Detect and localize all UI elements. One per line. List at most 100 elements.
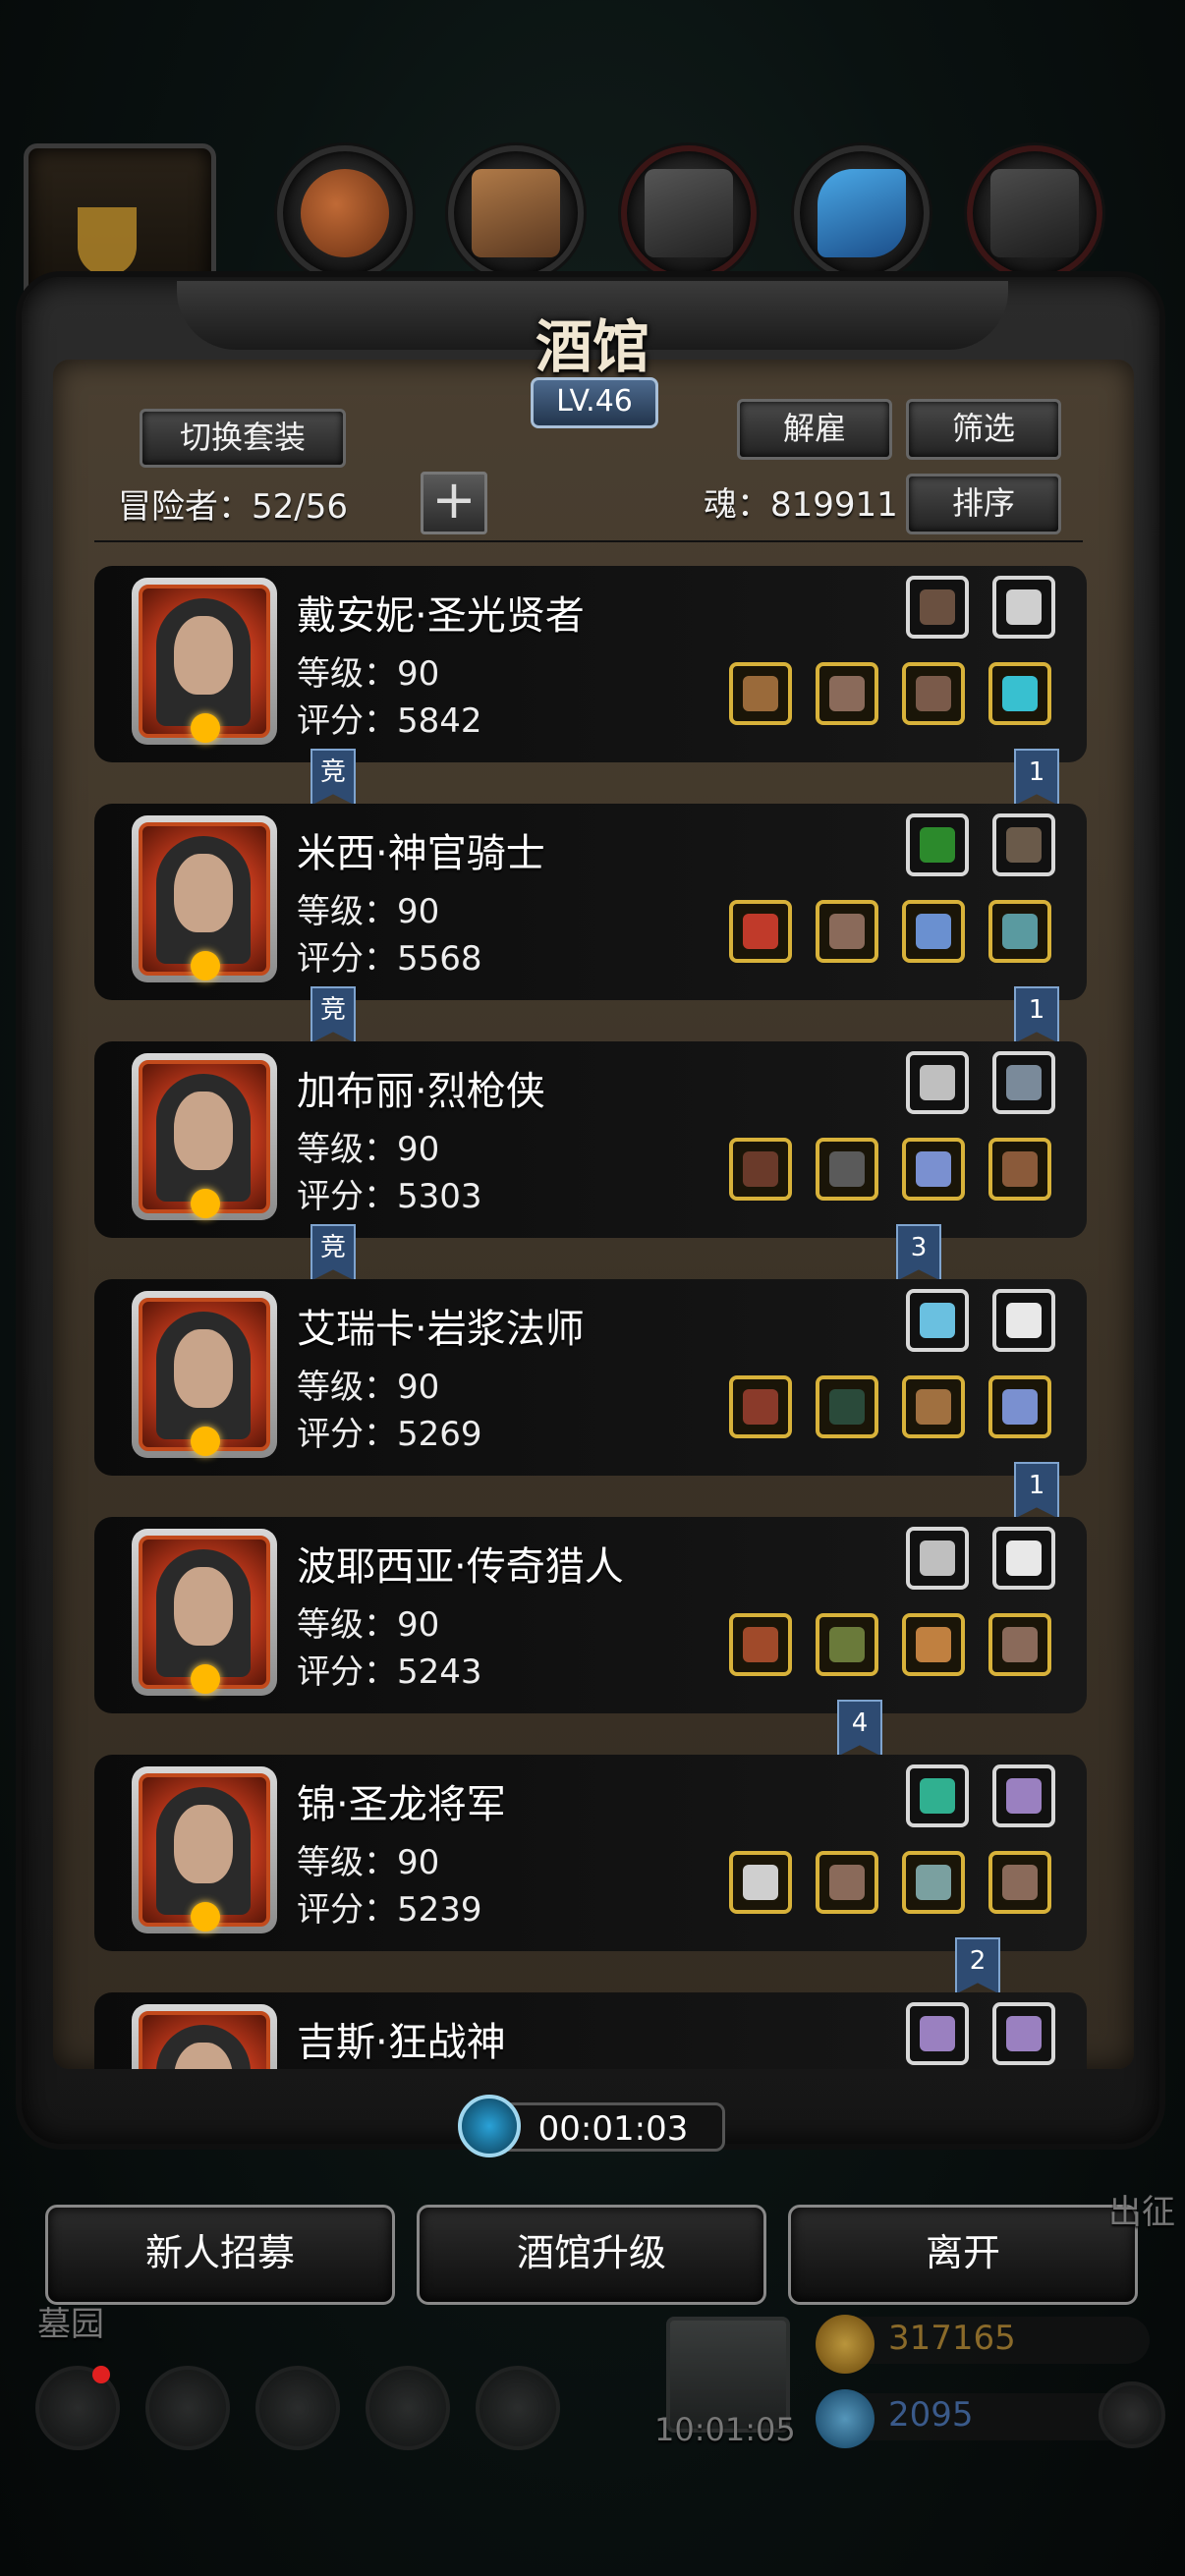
equipment-slot-icon[interactable] <box>816 1851 878 1914</box>
equipment-slot-icon[interactable] <box>992 813 1055 876</box>
adventurer-count: 冒险者：52/56 <box>118 487 348 527</box>
equipment-slot-icon[interactable] <box>906 2002 969 2065</box>
equipment-slot-icon[interactable] <box>992 2002 1055 2065</box>
equipment-slot-icon[interactable] <box>992 1764 1055 1827</box>
hero-score: 评分：5239 <box>297 1890 482 1930</box>
hero-level: 等级：90 <box>297 892 440 931</box>
hero-portrait[interactable] <box>132 578 277 745</box>
equipment-slot-icon[interactable] <box>816 662 878 725</box>
hero-score: 评分：5269 <box>297 1415 482 1454</box>
equipment-slot-icon[interactable] <box>988 1375 1051 1438</box>
leave-button[interactable]: 离开 <box>788 2205 1138 2305</box>
equipment-slot-icon[interactable] <box>902 1613 965 1676</box>
filter-button[interactable]: 筛选 <box>906 399 1061 460</box>
hero-portrait[interactable] <box>132 2004 277 2069</box>
divider <box>94 540 1083 542</box>
rank-badge: 2 <box>955 1937 1000 1994</box>
add-gems-icon[interactable] <box>1099 2381 1165 2448</box>
equipment-slot-icon[interactable] <box>988 900 1051 963</box>
gem-amount: 2095 <box>888 2395 974 2435</box>
equipment-slot-icon[interactable] <box>729 1851 792 1914</box>
equipment-slot-icon[interactable] <box>906 576 969 639</box>
hero-name: 吉斯·狂战神 <box>297 2020 506 2065</box>
equipment-slot-icon[interactable] <box>902 1138 965 1201</box>
achievement-icon[interactable] <box>145 2366 230 2450</box>
equipment-slot-icon[interactable] <box>992 1289 1055 1352</box>
equipment-slot-icon[interactable] <box>992 576 1055 639</box>
equipment-slot-icon[interactable] <box>988 1138 1051 1201</box>
equipment-slot-icon[interactable] <box>906 1289 969 1352</box>
hero-level: 等级：90 <box>297 1368 440 1407</box>
hero-row[interactable]: 吉斯·狂战神 <box>94 1992 1087 2069</box>
hero-list[interactable]: 戴安妮·圣光贤者 等级：90 评分：5842 竞 1 米西·神官骑士 等级：90 评分：556… <box>94 566 1087 2069</box>
graveyard-label: 墓园 <box>37 2305 104 2344</box>
hero-name: 米西·神官骑士 <box>297 831 545 876</box>
gold-coin-icon <box>816 2315 875 2374</box>
clock-icon <box>458 2095 521 2157</box>
hero-row[interactable]: 锦·圣龙将军 等级：90 评分：5239 <box>94 1755 1087 1951</box>
hero-name: 戴安妮·圣光贤者 <box>297 593 585 639</box>
guild-icon[interactable] <box>255 2366 340 2450</box>
hero-name: 波耶西亚·传奇猎人 <box>297 1544 624 1590</box>
hero-score: 评分：5243 <box>297 1652 482 1692</box>
trophy-icon <box>78 207 137 276</box>
crystal-resource-icon <box>794 145 930 281</box>
switch-outfit-button[interactable]: 切换套装 <box>140 409 346 468</box>
hero-level: 等级：90 <box>297 1605 440 1645</box>
arena-badge: 竞 <box>310 1224 356 1281</box>
equipment-slot-icon[interactable] <box>729 662 792 725</box>
equipment-slot-icon[interactable] <box>816 1138 878 1201</box>
equipment-slot-icon[interactable] <box>729 1138 792 1201</box>
hero-name: 加布丽·烈枪侠 <box>297 1069 545 1114</box>
soul-count: 魂：819911 <box>704 485 898 525</box>
hero-portrait[interactable] <box>132 1766 277 1933</box>
equipment-slot-icon[interactable] <box>729 1613 792 1676</box>
equipment-slot-icon[interactable] <box>816 1375 878 1438</box>
equipment-slot-icon[interactable] <box>816 1613 878 1676</box>
hero-score: 评分：5303 <box>297 1177 482 1216</box>
arena-badge: 竞 <box>310 986 356 1043</box>
equipment-slot-icon[interactable] <box>729 1375 792 1438</box>
equipment-slot-icon[interactable] <box>992 1527 1055 1590</box>
recruit-button[interactable]: 新人招募 <box>45 2205 395 2305</box>
equipment-slot-icon[interactable] <box>729 900 792 963</box>
hero-portrait[interactable] <box>132 1291 277 1458</box>
hero-level: 等级：90 <box>297 1843 440 1882</box>
equipment-slot-icon[interactable] <box>906 813 969 876</box>
hero-row[interactable]: 米西·神官骑士 等级：90 评分：5568 <box>94 804 1087 1000</box>
iron-resource-icon <box>621 145 757 281</box>
upgrade-tavern-button[interactable]: 酒馆升级 <box>417 2205 766 2305</box>
hero-level: 等级：90 <box>297 654 440 694</box>
expedition-label: 出征 <box>1108 2193 1175 2232</box>
equipment-slot-icon[interactable] <box>992 1051 1055 1114</box>
mail-icon[interactable] <box>366 2366 450 2450</box>
equipment-slot-icon[interactable] <box>988 662 1051 725</box>
equipment-slot-icon[interactable] <box>816 900 878 963</box>
hero-row[interactable]: 波耶西亚·传奇猎人等级：90 评分：5243 <box>94 1517 1087 1713</box>
equipment-slot-icon[interactable] <box>906 1051 969 1114</box>
gift-timer: 10:01:05 <box>654 2411 796 2448</box>
hero-row[interactable]: 艾瑞卡·岩浆法师 等级：90 评分：5269 <box>94 1279 1087 1476</box>
sort-button[interactable]: 排序 <box>906 474 1061 534</box>
add-slot-button[interactable]: + <box>421 472 487 534</box>
equipment-slot-icon[interactable] <box>988 1613 1051 1676</box>
rank-badge: 1 <box>1014 1462 1059 1519</box>
map-icon[interactable] <box>476 2366 560 2450</box>
equipment-slot-icon[interactable] <box>906 1764 969 1827</box>
dismiss-button[interactable]: 解雇 <box>737 399 892 460</box>
hero-row[interactable]: 戴安妮·圣光贤者 等级：90 评分：5842 <box>94 566 1087 762</box>
rank-badge: 1 <box>1014 749 1059 806</box>
equipment-slot-icon[interactable] <box>906 1527 969 1590</box>
arena-badge: 竞 <box>310 749 356 806</box>
hero-portrait[interactable] <box>132 1053 277 1220</box>
equipment-slot-icon[interactable] <box>902 900 965 963</box>
equipment-slot-icon[interactable] <box>902 662 965 725</box>
rank-badge: 1 <box>1014 986 1059 1043</box>
equipment-slot-icon[interactable] <box>988 1851 1051 1914</box>
hero-row[interactable]: 加布丽·烈枪侠 等级：90 评分：5303 <box>94 1041 1087 1238</box>
equipment-slot-icon[interactable] <box>902 1851 965 1914</box>
hero-portrait[interactable] <box>132 815 277 982</box>
gem-icon <box>816 2389 875 2448</box>
equipment-slot-icon[interactable] <box>902 1375 965 1438</box>
hero-portrait[interactable] <box>132 1529 277 1696</box>
